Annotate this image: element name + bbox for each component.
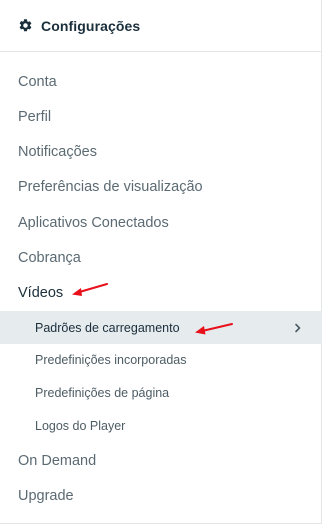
nav-item-cobranca[interactable]: Cobrança — [0, 242, 322, 274]
sub-item-predefinicoes-incorporadas[interactable]: Predefinições incorporadas — [0, 344, 322, 376]
gear-icon — [18, 18, 33, 33]
nav-item-notificacoes[interactable]: Notificações — [0, 136, 322, 168]
nav-item-on-demand[interactable]: On Demand — [0, 445, 322, 477]
nav-item-upgrade[interactable]: Upgrade — [0, 480, 322, 512]
sub-item-predefinicoes-pagina[interactable]: Predefinições de página — [0, 377, 322, 409]
sub-item-padroes-carregamento[interactable]: Padrões de carregamento — [0, 311, 322, 344]
sub-item-logos-player[interactable]: Logos do Player — [0, 410, 322, 442]
chevron-right-icon — [294, 323, 302, 333]
settings-sidebar: Configurações Conta Perfil Notificações … — [0, 0, 322, 524]
page-title: Configurações — [41, 17, 141, 34]
nav-item-preferencias[interactable]: Preferências de visualização — [0, 171, 322, 203]
nav-item-perfil[interactable]: Perfil — [0, 101, 322, 133]
nav-item-aplicativos-conectados[interactable]: Aplicativos Conectados — [0, 207, 322, 239]
sidebar-header: Configurações — [0, 0, 321, 52]
sub-item-label: Padrões de carregamento — [35, 320, 180, 335]
nav-item-conta[interactable]: Conta — [0, 66, 322, 98]
nav-item-videos[interactable]: Vídeos — [0, 277, 322, 309]
